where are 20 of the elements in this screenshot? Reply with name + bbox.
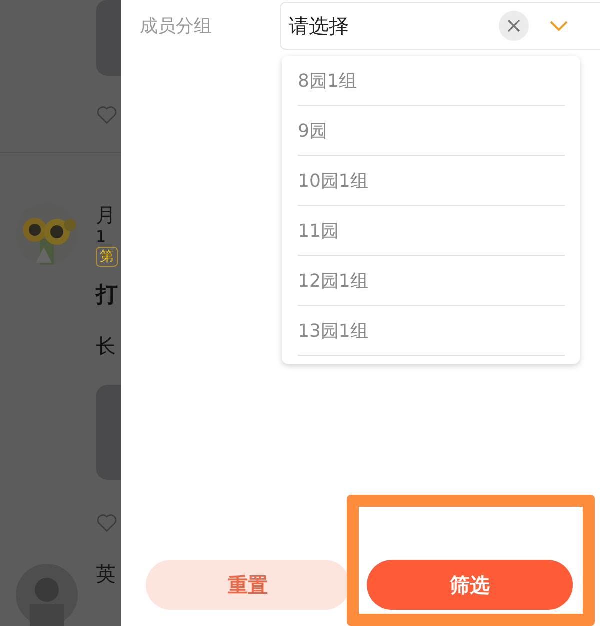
field-label: 成员分组 [139,15,213,38]
clear-icon[interactable] [499,11,529,41]
chevron-down-icon[interactable] [549,20,569,32]
tag: 第 [96,246,118,267]
author-name: 英 [96,562,116,586]
post-time: 1 [96,226,106,247]
reset-button[interactable]: 重置 [146,560,350,610]
dropdown-option[interactable]: 13园1组 [298,306,565,356]
filter-button[interactable]: 筛选 [367,560,573,610]
heart-icon[interactable] [95,512,119,534]
post-text: 长 [96,332,117,359]
author-name: 月 [96,202,116,227]
dropdown-option[interactable]: 12园1组 [298,256,565,306]
dropdown-option[interactable]: 8园1组 [298,56,565,106]
post-title: 打 [96,282,119,310]
select-field[interactable]: 请选择 [280,2,600,50]
heart-icon[interactable] [95,104,119,126]
dropdown-option[interactable]: 10园1组 [298,156,565,206]
dropdown-option[interactable]: 11园 [298,206,565,256]
dropdown-option[interactable]: 9园 [298,106,565,156]
